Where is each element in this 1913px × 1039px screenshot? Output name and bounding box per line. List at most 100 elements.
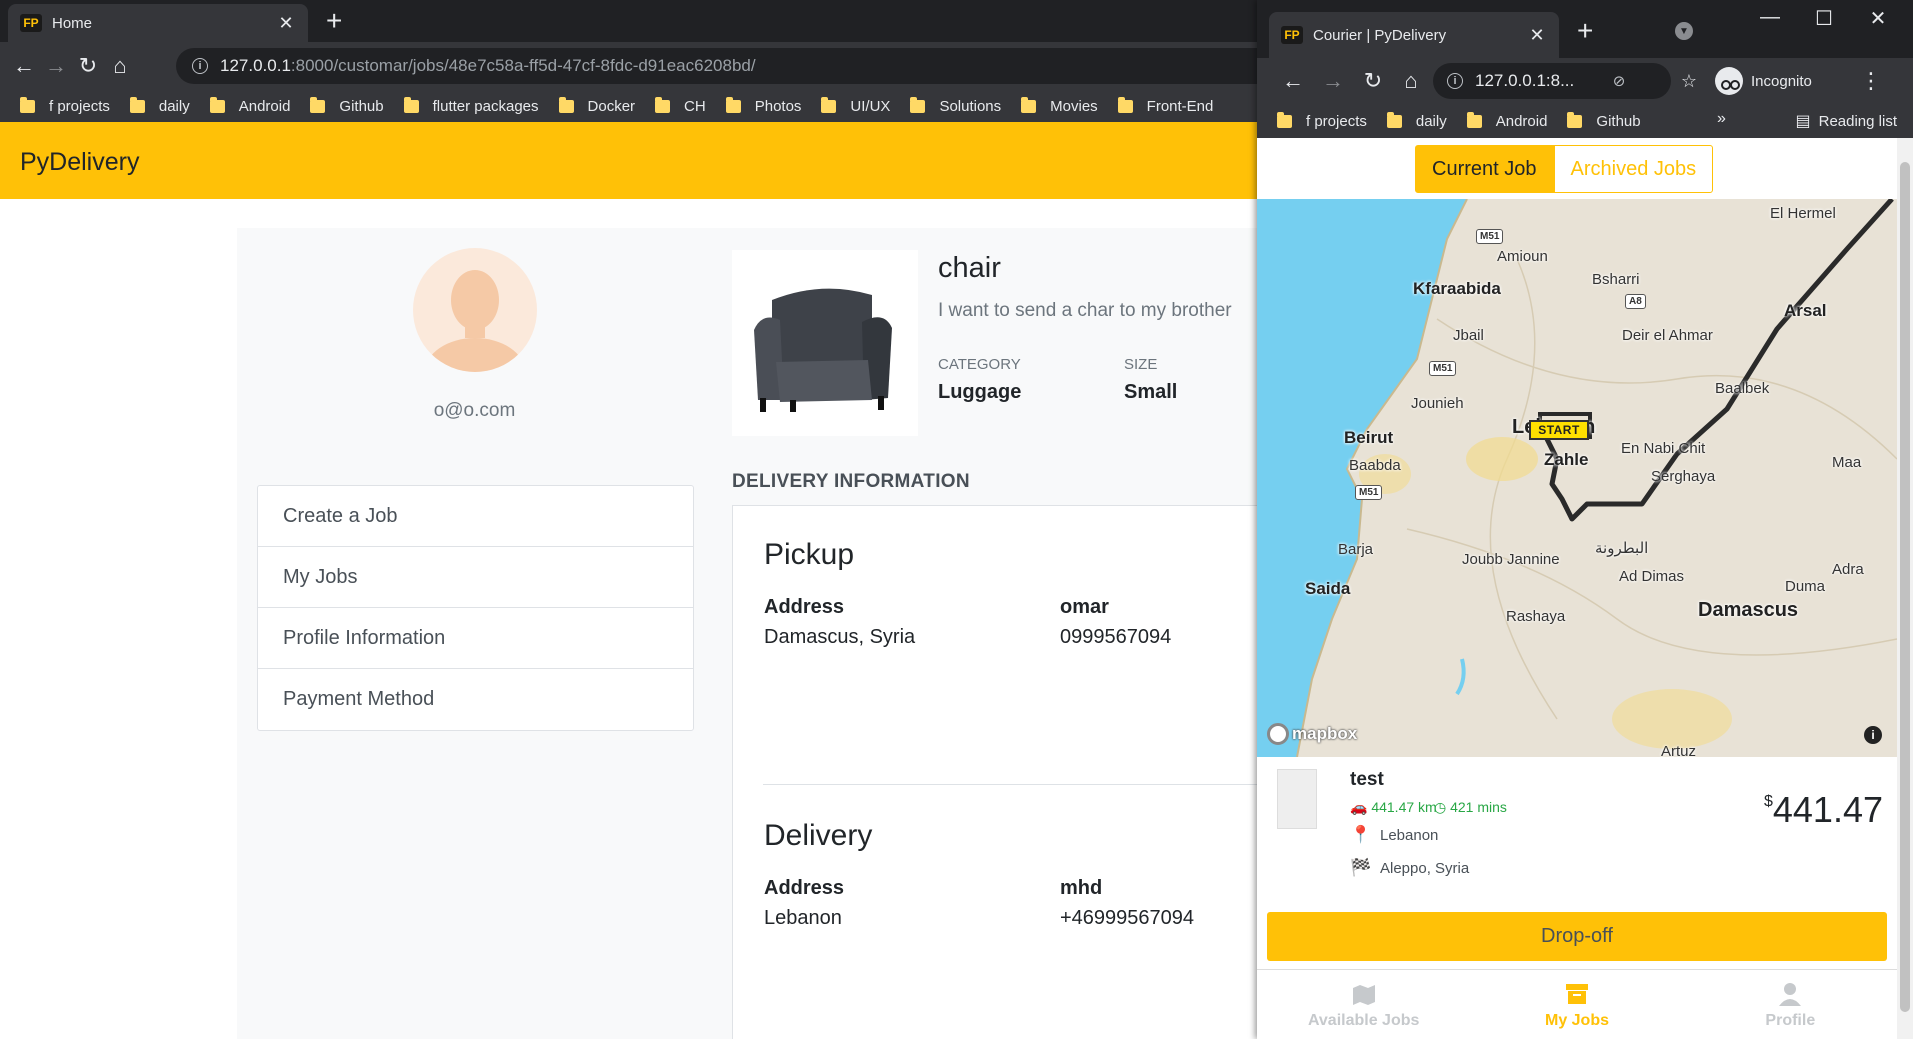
dropoff-location-row: 🏁 Aleppo, Syria [1350,858,1469,878]
tab-current-job[interactable]: Current Job [1415,145,1554,193]
mapbox-logo[interactable]: mapbox [1267,723,1357,745]
bookmark-folder[interactable]: daily [129,96,190,115]
reload-icon[interactable]: ↻ [1359,67,1387,95]
nav-label: My Jobs [1544,1011,1609,1029]
bookmark-label: f projects [49,97,110,115]
delivery-address: Lebanon [764,907,842,929]
window-close-icon[interactable]: ✕ [1863,6,1893,31]
map-label: Arsal [1784,301,1827,320]
back-icon[interactable]: ← [1279,67,1307,95]
site-info-icon[interactable]: i [192,58,208,74]
bookmark-folder[interactable]: Movies [1021,96,1098,115]
nav-label: Available Jobs [1307,1011,1420,1029]
map-icon [1352,984,1375,1005]
new-tab-button[interactable]: + [1577,16,1593,46]
avatar-person-icon [425,270,525,372]
menu-payment-method[interactable]: Payment Method [258,669,693,730]
bookmarks-bar: f projects daily Android Github » ▤ Read… [1257,104,1913,138]
nav-my-jobs[interactable]: My Jobs [1470,970,1683,1039]
address-bar[interactable]: i 127.0.0.1:8... [1433,63,1671,99]
duration-value: 421 mins [1450,799,1507,815]
tab-title: Courier | PyDelivery [1313,26,1447,44]
map-label: El Hermel [1770,205,1836,222]
folder-icon [1021,96,1037,113]
bookmark-folder[interactable]: flutter packages [403,96,539,115]
menu-my-jobs[interactable]: My Jobs [258,547,693,608]
close-tab-icon[interactable]: ✕ [276,13,296,34]
user-email: o@o.com [433,400,516,421]
maximize-icon[interactable]: ☐ [1809,6,1839,31]
bookmark-folder[interactable]: Photos [725,96,801,115]
map-info-icon[interactable]: i [1864,726,1882,744]
delivery-contact-phone: +46999567094 [1060,907,1195,929]
map-label: Adra [1832,561,1864,578]
more-bookmarks-icon[interactable]: » [1717,110,1726,128]
tab-home[interactable]: FP Home ✕ [8,4,308,42]
bookmark-folder[interactable]: Android [209,96,290,115]
folder-icon [821,96,837,113]
minimize-icon[interactable]: — [1755,6,1785,29]
location-blocked-icon[interactable]: ⊘ [1605,67,1633,95]
nav-available-jobs[interactable]: Available Jobs [1257,970,1470,1039]
map-label: Rashaya [1506,608,1566,625]
close-tab-icon[interactable]: ✕ [1527,25,1547,46]
bookmark-folder[interactable]: Github [1567,111,1641,130]
bookmark-folder[interactable]: UI/UX [821,96,890,115]
mapbox-icon [1267,723,1289,745]
bookmark-folder[interactable]: f projects [1277,111,1367,130]
star-icon[interactable]: ☆ [1675,67,1703,95]
menu-create-job[interactable]: Create a Job [258,486,693,547]
bookmark-folder[interactable]: Android [1466,111,1547,130]
new-tab-button[interactable]: + [326,6,342,36]
bookmark-folder[interactable]: Docker [558,96,635,115]
reload-icon[interactable]: ↻ [74,52,102,80]
incognito-indicator[interactable]: Incognito [1715,63,1812,99]
scrollbar-thumb[interactable] [1900,162,1910,1012]
bookmark-folder[interactable]: daily [1386,111,1447,130]
bookmark-folder[interactable]: Github [310,96,384,115]
tab-courier[interactable]: FP Courier | PyDelivery ✕ [1269,12,1559,58]
delivery-title: Delivery [764,819,873,852]
menu-kebab-icon[interactable]: ⋮ [1857,67,1885,95]
avatar [413,248,537,372]
nav-profile[interactable]: Profile [1684,970,1897,1039]
bookmark-folder[interactable]: Front-End [1117,96,1213,115]
folder-icon [129,96,145,113]
tab-search-icon[interactable]: ▼ [1675,22,1693,40]
bookmark-label: daily [158,97,190,115]
bookmark-folder[interactable]: f projects [20,96,110,115]
map-label: Amioun [1497,248,1548,265]
pickup-contact-phone: 0999567094 [1060,626,1172,648]
side-menu: Create a Job My Jobs Profile Information… [257,485,694,731]
scrollbar[interactable] [1897,138,1913,1039]
pickup-address-label: Address [764,596,845,618]
folder-icon [20,96,35,113]
tab-archived-jobs[interactable]: Archived Jobs [1553,145,1714,193]
checkered-flag-icon: 🏁 [1350,858,1372,877]
back-icon[interactable]: ← [10,52,38,80]
forward-icon[interactable]: → [1319,67,1347,95]
forward-icon[interactable]: → [42,52,70,80]
brand-logo[interactable]: PyDelivery [20,148,139,177]
start-marker[interactable]: START [1529,420,1589,440]
bottom-nav: Available Jobs My Jobs Profile [1257,969,1897,1039]
map-label: Kfaraabida [1413,279,1501,298]
home-icon[interactable]: ⌂ [106,52,134,80]
site-info-icon[interactable]: i [1447,73,1463,89]
courier-browser-window: FP Courier | PyDelivery ✕ + ▼ — ☐ ✕ ← → … [1257,0,1913,1039]
reading-list-button[interactable]: ▤ Reading list [1795,104,1897,138]
bookmark-folder[interactable]: CH [655,96,706,115]
tab-title: Home [52,14,93,32]
product-image [732,250,918,436]
address-bar[interactable]: i 127.0.0.1:8000/customar/jobs/48e7c58a-… [176,48,1260,84]
duration-info: ◷ 421 mins [1434,799,1507,816]
route-map[interactable]: El Hermel Amioun Kfaraabida Bsharri Arsa… [1257,199,1897,757]
home-icon[interactable]: ⌂ [1397,67,1425,95]
menu-profile-information[interactable]: Profile Information [258,608,693,669]
url-text: 127.0.0.1:8... [1475,71,1575,90]
dropoff-button[interactable]: Drop-off [1267,912,1887,961]
job-description: I want to send a char to my brother [938,300,1232,321]
bookmark-folder[interactable]: Solutions [910,96,1001,115]
map-label: Jbail [1453,327,1484,344]
mapbox-label: mapbox [1292,724,1358,743]
